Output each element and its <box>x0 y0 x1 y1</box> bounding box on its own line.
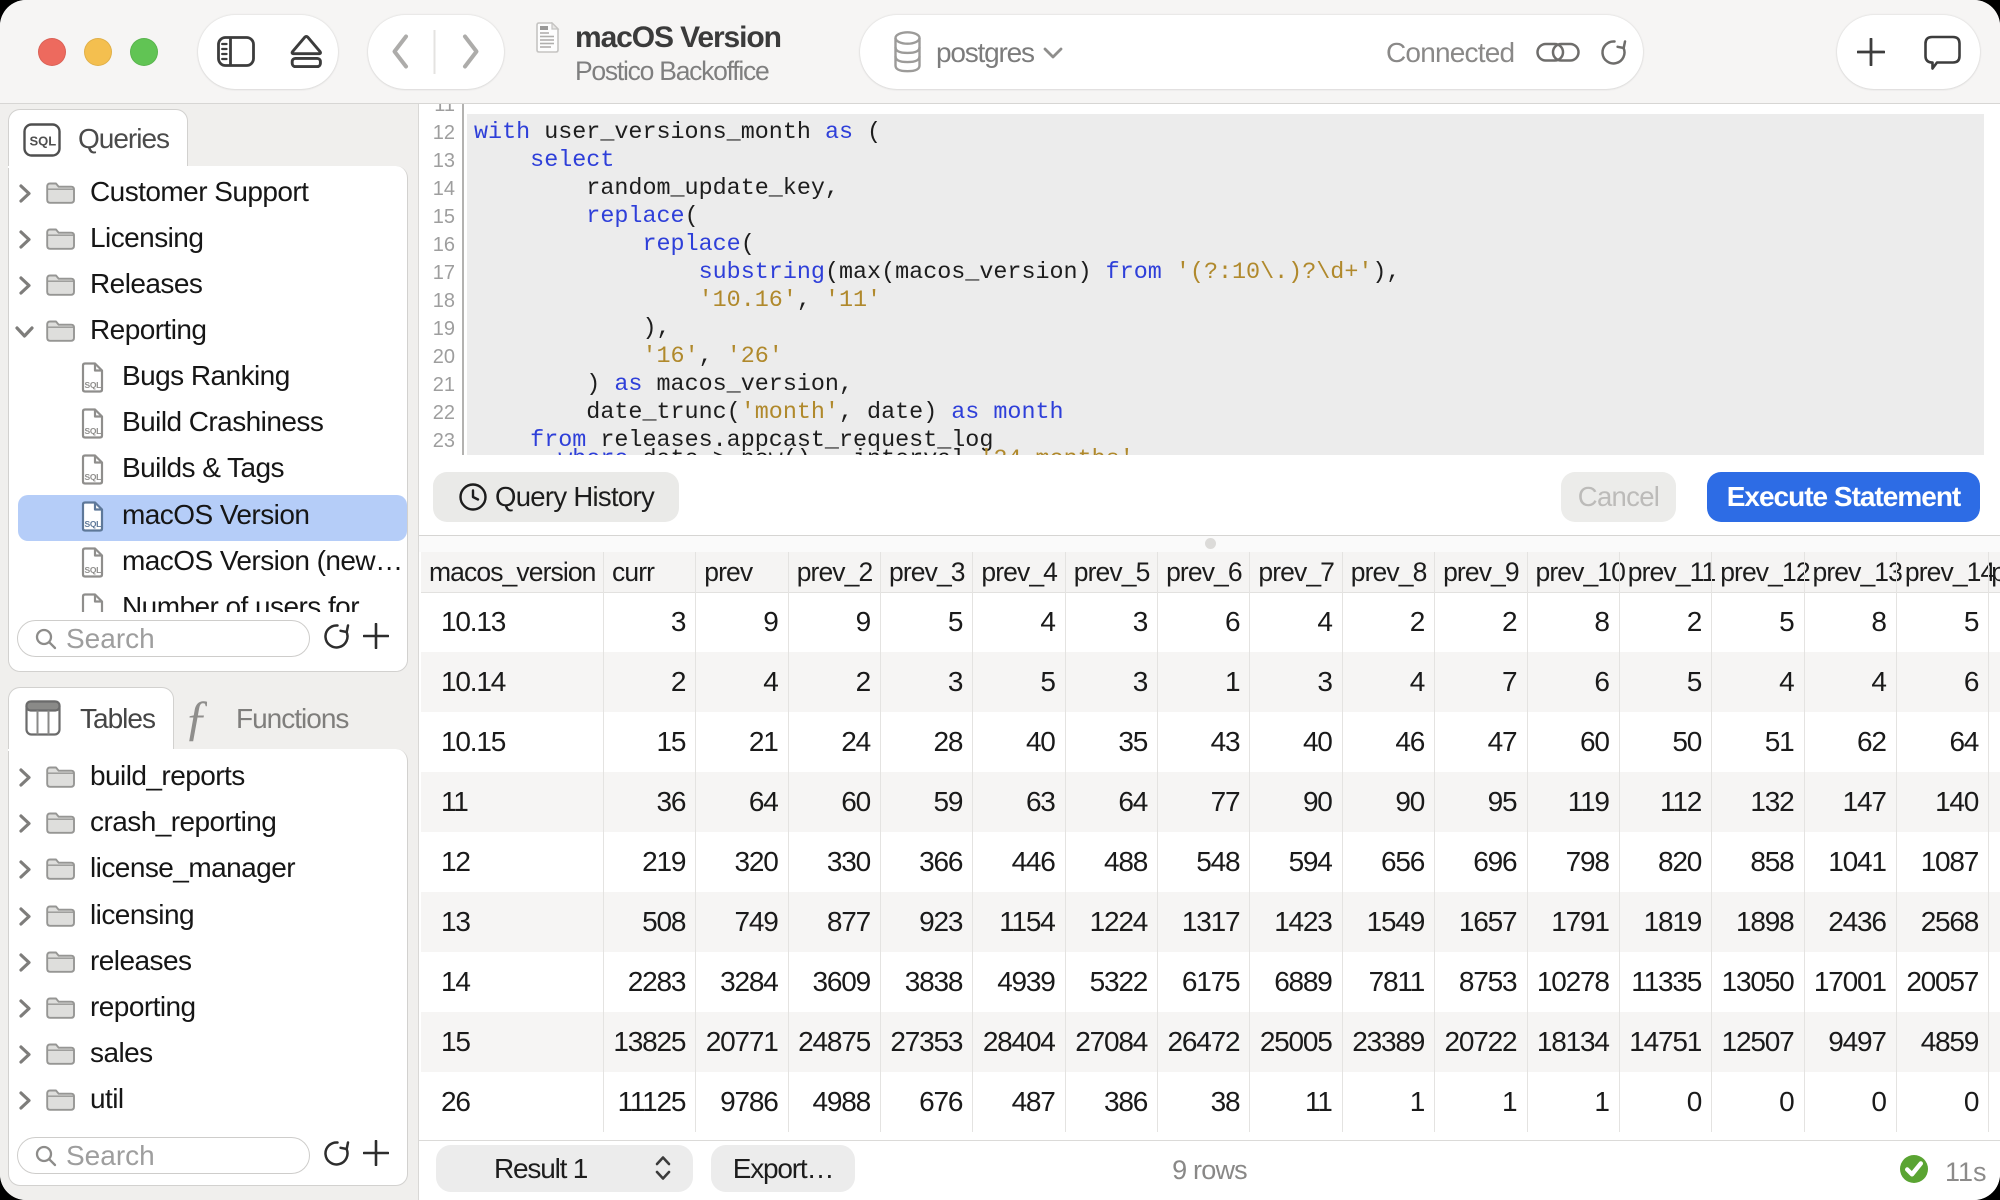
svg-text:SQL: SQL <box>85 519 102 529</box>
svg-text:SQL: SQL <box>30 134 57 149</box>
svg-text:SQL: SQL <box>85 426 102 436</box>
svg-text:SQL: SQL <box>85 380 102 390</box>
svg-text:SQL: SQL <box>85 565 102 575</box>
svg-text:SQL: SQL <box>85 472 102 482</box>
